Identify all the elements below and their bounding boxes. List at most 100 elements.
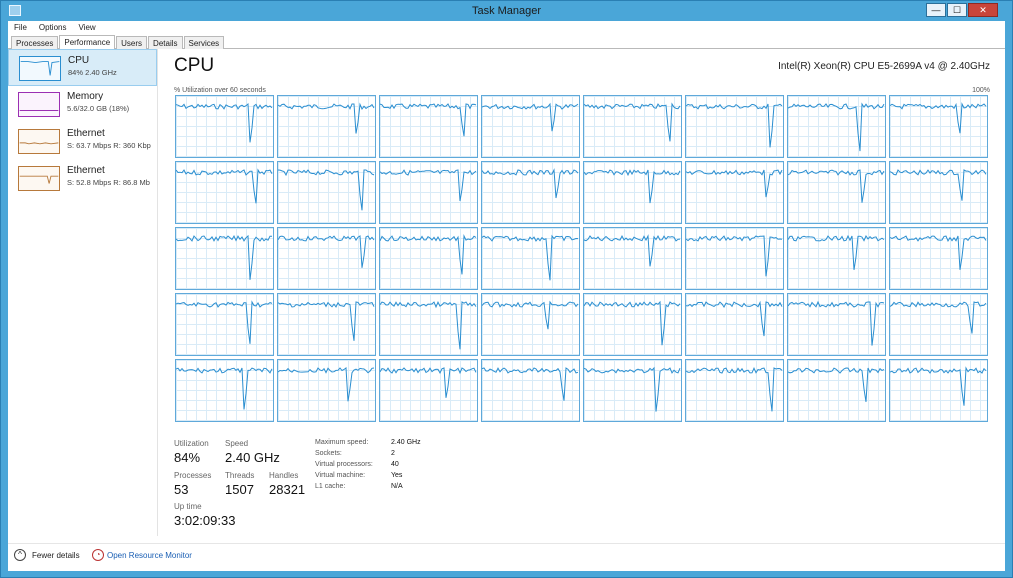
processor-graph (277, 95, 376, 158)
processor-utilization-line (482, 367, 579, 401)
tab-users[interactable]: Users (116, 36, 148, 49)
cpu-thumbnail-graph (19, 56, 61, 81)
title-bar[interactable]: Task Manager — ☐ ✕ (1, 1, 1012, 21)
sidebar-item-label: Ethernet (67, 128, 105, 139)
tab-details[interactable]: Details (148, 36, 183, 49)
processor-graph (787, 227, 886, 290)
processor-graph (583, 95, 682, 158)
sidebar-item-ethernet-2[interactable]: Ethernet S: 52.8 Mbps R: 86.8 Mb (8, 160, 157, 197)
detail-value: 2 (391, 450, 395, 457)
processor-graph (583, 293, 682, 356)
sidebar-item-label: CPU (68, 55, 90, 66)
processor-graph (175, 359, 274, 422)
processor-graph (175, 293, 274, 356)
maximize-button[interactable]: ☐ (947, 3, 967, 17)
tab-processes[interactable]: Processes (11, 36, 59, 49)
sidebar-item-cpu[interactable]: CPU 84% 2.40 GHz (8, 49, 157, 86)
processor-utilization-line (788, 367, 885, 402)
processor-utilization-line (380, 169, 477, 202)
processor-utilization-line (482, 300, 579, 330)
tab-services[interactable]: Services (183, 36, 225, 49)
processor-utilization-line (380, 103, 477, 137)
menu-view[interactable]: View (78, 23, 95, 35)
resource-sidebar: CPU 84% 2.40 GHz Memory 5.6/32.0 GB (18%… (8, 49, 158, 536)
processor-graph (175, 227, 274, 290)
processor-utilization-line (380, 367, 477, 398)
processor-utilization-line (584, 169, 681, 204)
processor-graph (685, 293, 784, 356)
processor-utilization-line (278, 301, 375, 341)
detail-value: Yes (391, 472, 403, 479)
sidebar-item-label: Memory (67, 91, 104, 102)
page-title: CPU (174, 55, 215, 76)
processor-utilization-line (788, 300, 885, 346)
processor-graph (481, 293, 580, 356)
detail-key: L1 cache: (315, 483, 346, 490)
ethernet-thumbnail-graph (18, 129, 60, 154)
processor-utilization-line (482, 168, 579, 199)
processes-label: Processes (174, 471, 212, 480)
processor-utilization-line (278, 102, 375, 134)
graph-caption: % Utilization over 60 seconds (174, 87, 266, 94)
sidebar-item-label: Ethernet (67, 165, 105, 176)
detail-key: Virtual processors: (315, 461, 373, 468)
fewer-details-button[interactable]: Fewer details (32, 551, 80, 560)
processor-graph (685, 161, 784, 224)
open-resource-monitor-link[interactable]: Open Resource Monitor (107, 551, 192, 560)
footer-bar: ^ Fewer details ◔ Open Resource Monitor (8, 543, 1005, 567)
processor-utilization-line (176, 168, 273, 204)
processor-graph (685, 95, 784, 158)
close-button[interactable]: ✕ (968, 3, 998, 17)
processor-graph (889, 359, 988, 422)
processor-utilization-line (278, 367, 375, 402)
memory-thumbnail-graph (18, 92, 60, 117)
cpu-model-name: Intel(R) Xeon(R) CPU E5-2699A v4 @ 2.40G… (778, 61, 990, 72)
tab-performance[interactable]: Performance (59, 35, 116, 49)
processor-graph (787, 293, 886, 356)
sidebar-item-detail: S: 52.8 Mbps R: 86.8 Mb (67, 178, 150, 187)
ethernet-thumbnail-graph (18, 166, 60, 191)
processor-graph (787, 359, 886, 422)
processor-graph (379, 293, 478, 356)
menu-options[interactable]: Options (39, 23, 67, 35)
processor-graph (277, 227, 376, 290)
processor-graph (379, 227, 478, 290)
processor-graph (277, 293, 376, 356)
processor-utilization-line (278, 235, 375, 268)
detail-key: Maximum speed: (315, 439, 369, 446)
task-manager-window: Task Manager — ☐ ✕ File Options View Pro… (0, 0, 1013, 578)
cpu-stats: Utilization 84% Speed 2.40 GHz Processes… (174, 439, 594, 534)
processor-utilization-line (584, 366, 681, 412)
processor-utilization-line (176, 234, 272, 280)
processor-utilization-line (176, 367, 273, 410)
client-area: File Options View Processes Performance … (8, 21, 1005, 571)
handles-label: Handles (269, 471, 299, 480)
processor-utilization-line (890, 235, 987, 270)
processor-utilization-line (686, 103, 783, 148)
uptime-label: Up time (174, 502, 202, 511)
processor-graph (583, 227, 682, 290)
processor-graph (481, 95, 580, 158)
tab-strip: Processes Performance Users Details Serv… (8, 35, 1005, 49)
detail-value: 2.40 GHz (391, 439, 421, 446)
chevron-up-icon[interactable]: ^ (14, 549, 26, 561)
processor-utilization-line (584, 300, 681, 346)
sidebar-item-ethernet-1[interactable]: Ethernet S: 63.7 Mbps R: 360 Kbp (8, 123, 157, 160)
processor-utilization-line (584, 102, 681, 142)
sidebar-item-detail: 84% 2.40 GHz (68, 68, 117, 77)
window-title: Task Manager (471, 5, 542, 17)
processor-graph (889, 227, 988, 290)
processes-value: 53 (174, 482, 189, 497)
processor-graph (685, 227, 784, 290)
graph-max-label: 100% (972, 87, 990, 94)
minimize-button[interactable]: — (926, 3, 946, 17)
processor-graph (481, 227, 580, 290)
processor-graph (175, 95, 274, 158)
sidebar-item-memory[interactable]: Memory 5.6/32.0 GB (18%) (8, 86, 157, 123)
resource-monitor-icon[interactable]: ◔ (92, 549, 104, 561)
speed-label: Speed (225, 439, 249, 448)
utilization-label: Utilization (174, 439, 209, 448)
processor-utilization-line (584, 234, 681, 267)
menu-file[interactable]: File (14, 23, 27, 35)
sidebar-item-detail: S: 63.7 Mbps R: 360 Kbp (67, 141, 151, 150)
